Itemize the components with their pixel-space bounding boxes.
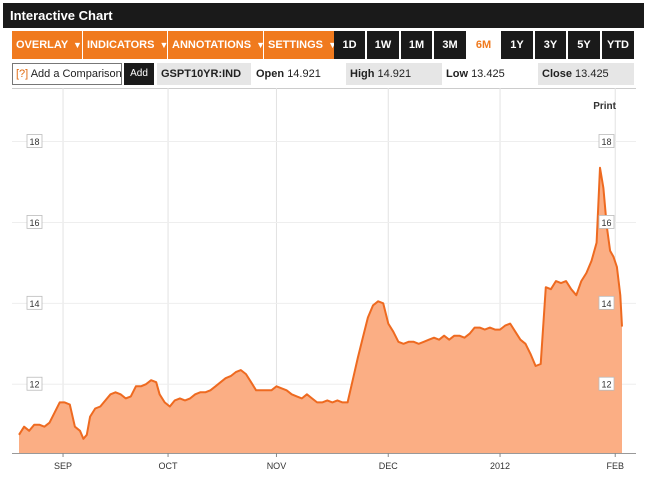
add-comparison-button[interactable]: Add [124, 63, 154, 85]
y-tick-label-right: 14 [601, 299, 611, 309]
high-number: 14.921 [377, 68, 412, 80]
y-tick-label-left: 14 [29, 299, 39, 309]
range-1y-button[interactable]: 1Y [501, 31, 533, 59]
chevron-down-icon: ▼ [73, 40, 82, 50]
window-title: Interactive Chart [3, 3, 644, 28]
close-number: 13.425 [575, 68, 609, 80]
settings-menu-button[interactable]: SETTINGS ▼ [264, 31, 337, 59]
open-label: Open [256, 68, 285, 80]
range-3y-button[interactable]: 3Y [535, 31, 566, 59]
low-number: 13.425 [471, 68, 505, 80]
annotations-menu-label: ANNOTATIONS [172, 39, 252, 51]
low-label: Low [446, 68, 468, 80]
series-area [19, 167, 622, 454]
overlay-menu-label: OVERLAY [16, 39, 68, 51]
y-tick-label-left: 16 [29, 218, 39, 228]
comparison-placeholder: Add a Comparison [30, 68, 122, 80]
high-label: High [350, 68, 375, 80]
range-1m-button[interactable]: 1M [401, 31, 432, 59]
settings-menu-label: SETTINGS [268, 39, 324, 51]
low-value: Low 13.425 [442, 63, 536, 85]
y-tick-label-right: 16 [601, 218, 611, 228]
x-tick-label: 2012 [490, 461, 510, 471]
x-tick-label: SEP [54, 461, 72, 471]
x-tick-label: FEB [606, 461, 624, 471]
ticker-label: GSPT10YR:IND [157, 63, 251, 85]
x-tick-label: OCT [159, 461, 179, 471]
y-tick-label-left: 12 [29, 380, 39, 390]
x-tick-label: DEC [379, 461, 399, 471]
ticker-symbol: GSPT10YR:IND [161, 68, 242, 80]
close-value: Close 13.425 [538, 63, 634, 85]
price-chart[interactable]: 12 12 14 14 16 16 18 18 SEP OCT NOV DEC 2012 FEB [12, 88, 636, 478]
range-ytd-button[interactable]: YTD [602, 31, 634, 59]
quote-bar: [?] Add a Comparison Add GSPT10YR:IND Op… [12, 63, 636, 85]
range-1w-button[interactable]: 1W [367, 31, 399, 59]
x-tick-label: NOV [267, 461, 287, 471]
comparison-help-icon[interactable]: [?] [16, 68, 28, 80]
y-tick-label-left: 18 [29, 137, 39, 147]
open-number: 14.921 [287, 68, 321, 80]
high-value: High 14.921 [346, 63, 442, 85]
indicators-menu-label: INDICATORS [87, 39, 155, 51]
overlay-menu-button[interactable]: OVERLAY ▼ [12, 31, 83, 59]
indicators-menu-button[interactable]: INDICATORS ▼ [83, 31, 168, 59]
range-1d-button[interactable]: 1D [334, 31, 365, 59]
range-3m-button[interactable]: 3M [434, 31, 466, 59]
annotations-menu-button[interactable]: ANNOTATIONS ▼ [168, 31, 265, 59]
range-5y-button[interactable]: 5Y [568, 31, 600, 59]
y-tick-label-right: 18 [601, 137, 611, 147]
chart-area[interactable]: 12 12 14 14 16 16 18 18 SEP OCT NOV DEC 2012 FEB Prin… [12, 88, 636, 478]
open-value: Open 14.921 [252, 63, 344, 85]
menu-toolbar: OVERLAY ▼ INDICATORS ▼ ANNOTATIONS ▼ SET… [12, 31, 337, 59]
y-tick-label-right: 12 [601, 380, 611, 390]
comparison-input[interactable]: [?] Add a Comparison [12, 63, 122, 85]
close-label: Close [542, 68, 572, 80]
range-6m-button[interactable]: 6M [468, 31, 499, 59]
print-link[interactable]: Print [593, 101, 616, 112]
